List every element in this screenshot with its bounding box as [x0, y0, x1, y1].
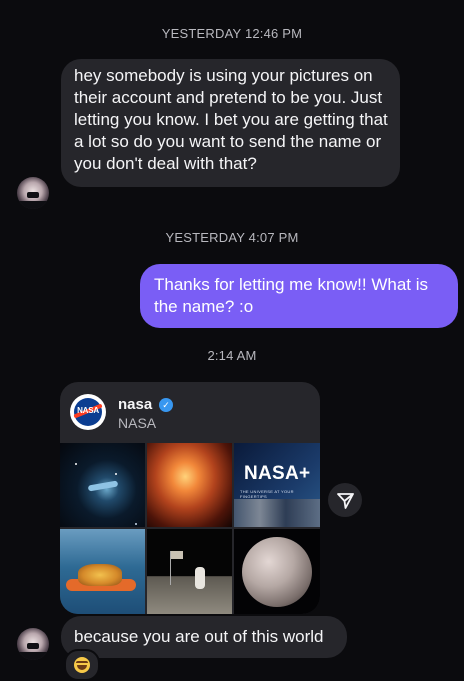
laughing-face-emoji-icon: [74, 657, 90, 673]
account-display-name: NASA: [118, 415, 157, 431]
message-reaction[interactable]: [64, 649, 100, 681]
incoming-message-bubble[interactable]: hey somebody is using your pictures on t…: [61, 59, 400, 187]
grid-image-nebula[interactable]: [147, 443, 232, 527]
timestamp-yesterday-1246: YESTERDAY 12:46 PM: [161, 26, 303, 41]
message-text: Thanks for letting me know!! What is the…: [154, 275, 428, 316]
shared-post-card[interactable]: NASA nasa ✓ NASA NASA+ THE UNIVERSE AT Y…: [60, 382, 320, 614]
grid-image-splashdown-capsule[interactable]: [60, 529, 145, 614]
shared-post-header[interactable]: NASA nasa ✓ NASA: [60, 382, 320, 443]
incoming-message-bubble[interactable]: because you are out of this world: [61, 616, 347, 658]
grid-image-moon-landing[interactable]: [147, 529, 232, 614]
sender-avatar[interactable]: [17, 628, 49, 660]
message-text: because you are out of this world: [74, 627, 324, 646]
shared-post-image-grid[interactable]: NASA+ THE UNIVERSE AT YOUR FINGERTIPS: [60, 443, 320, 614]
grid-image-moon-charon[interactable]: [234, 529, 320, 614]
grid-image-galaxy[interactable]: [60, 443, 145, 527]
timestamp-0214: 2:14 AM: [207, 348, 257, 363]
nasa-logo-avatar[interactable]: NASA: [70, 394, 106, 430]
outgoing-message-bubble[interactable]: Thanks for letting me know!! What is the…: [140, 264, 458, 328]
account-username[interactable]: nasa: [118, 396, 152, 413]
sender-avatar[interactable]: [17, 177, 49, 209]
message-text: hey somebody is using your pictures on t…: [74, 66, 388, 173]
verified-check-icon: ✓: [159, 398, 173, 412]
timestamp-yesterday-0407: YESTERDAY 4:07 PM: [165, 230, 299, 245]
paper-plane-icon: [337, 493, 354, 509]
share-button[interactable]: [328, 483, 362, 517]
nasa-plus-tagline: THE UNIVERSE AT YOUR FINGERTIPS: [240, 489, 294, 499]
nasa-logo-text: NASA: [77, 406, 99, 415]
grid-image-nasa-plus[interactable]: NASA+ THE UNIVERSE AT YOUR FINGERTIPS: [234, 443, 320, 527]
nasa-plus-wordmark: NASA+: [244, 463, 311, 484]
